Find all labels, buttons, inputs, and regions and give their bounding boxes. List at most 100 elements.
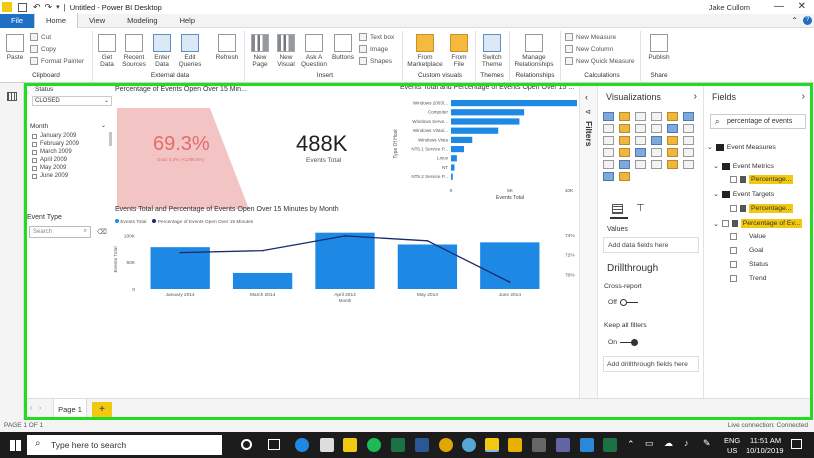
month-slicer-item[interactable]: February 2009 [32, 140, 110, 148]
map-visual-icon[interactable] [683, 136, 694, 145]
expand-filters-icon[interactable]: ‹ [585, 92, 588, 102]
stacked-column-visual-icon[interactable] [619, 112, 630, 121]
month-slicer-item[interactable]: March 2009 [32, 148, 110, 156]
volume-icon[interactable]: ♪ [684, 438, 689, 448]
month-checkbox[interactable] [32, 141, 37, 147]
field-checkbox[interactable] [730, 261, 737, 268]
bar[interactable] [451, 109, 525, 116]
month-checkbox[interactable] [32, 165, 37, 171]
shapes-button[interactable]: Shapes [359, 57, 392, 65]
bar[interactable] [451, 136, 473, 143]
month-slicer-item[interactable]: May 2009 [32, 164, 110, 172]
manage-relationships-button[interactable]: Manage Relationships [512, 34, 556, 68]
donut-visual-icon[interactable] [651, 136, 662, 145]
multi-row-card-visual-icon[interactable] [667, 148, 678, 157]
task-view-icon[interactable] [268, 439, 280, 450]
month-slicer-list[interactable]: January 2009 February 2009 March 2009 April… [32, 132, 110, 184]
switch-theme-button[interactable]: Switch Theme [478, 34, 506, 68]
new-measure-button[interactable]: New Measure [565, 33, 616, 41]
table-visual-icon[interactable] [619, 160, 630, 169]
filled-map-visual-icon[interactable] [603, 148, 614, 157]
get-data-button[interactable]: Get Data [96, 34, 118, 68]
filters-pane-collapsed[interactable]: ‹ ⊲ Filters [579, 86, 597, 398]
bar[interactable] [150, 247, 210, 289]
bar[interactable] [451, 127, 499, 134]
line-point[interactable] [179, 251, 181, 254]
bar[interactable] [451, 118, 520, 125]
cortana-icon[interactable] [241, 439, 252, 450]
line-visual-icon[interactable] [603, 124, 614, 133]
buttons-button[interactable]: Buttons [330, 34, 356, 61]
bar[interactable] [315, 232, 375, 289]
python-visual-visual-icon[interactable] [667, 160, 678, 169]
fields-well-icon[interactable] [612, 204, 623, 214]
clock-date[interactable]: 10/10/2019 [746, 446, 784, 455]
cross-report-toggle[interactable]: Off [608, 299, 638, 306]
keep-all-filters-toggle[interactable]: On [608, 339, 639, 346]
bar[interactable] [451, 146, 464, 153]
waterfall-visual-icon[interactable] [603, 136, 614, 145]
field-checkbox[interactable] [721, 220, 729, 227]
line-point[interactable] [509, 281, 511, 283]
kpi-visual-icon[interactable] [683, 148, 694, 157]
line-column-visual-icon[interactable] [651, 124, 662, 133]
clock-time[interactable]: 11:51 AM [750, 436, 781, 445]
input-region[interactable]: US [727, 446, 737, 455]
field-item[interactable]: Trend [730, 275, 767, 282]
new-visual-button[interactable]: New Visual [274, 34, 298, 68]
line-point[interactable] [344, 235, 346, 237]
cut-button[interactable]: Cut [30, 33, 51, 41]
month-slicer-item[interactable]: January 2009 [32, 132, 110, 140]
field-checkbox[interactable] [730, 247, 737, 254]
chevron-right-icon[interactable]: › [694, 91, 697, 102]
status-slicer-dropdown[interactable]: CLOSED ⌄ [32, 96, 112, 106]
month-checkbox[interactable] [32, 149, 37, 155]
report-view-icon[interactable] [7, 92, 17, 101]
image-button[interactable]: Image [359, 45, 388, 53]
bar[interactable] [232, 272, 293, 289]
slicer-visual-icon[interactable] [603, 160, 614, 169]
bar[interactable] [451, 164, 455, 171]
treemap-visual-icon[interactable] [667, 136, 678, 145]
page-tab-1[interactable]: Page 1 [53, 399, 87, 420]
app-icon[interactable] [603, 438, 617, 452]
clustered-bar-visual-icon[interactable] [635, 112, 646, 121]
table-event-metrics[interactable]: ⌄ Event Metrics [713, 162, 774, 170]
table-event-measures[interactable]: ⌄ Event Measures [707, 143, 776, 151]
browser-icon[interactable] [462, 438, 476, 452]
report-canvas[interactable]: Status CLOSED ⌄ Month ⌄ January 2009 Febr… [27, 84, 579, 398]
field-item[interactable]: Goal [730, 247, 763, 254]
globe-visual-icon[interactable] [603, 172, 614, 181]
event-type-search-input[interactable]: Search ⌕ [29, 226, 91, 238]
copy-button[interactable]: Copy [30, 45, 56, 53]
pie-visual-icon[interactable] [635, 136, 646, 145]
pen-icon[interactable]: ✎ [703, 438, 711, 449]
new-column-button[interactable]: New Column [565, 45, 613, 53]
user-name[interactable]: Jake Cullom [709, 3, 750, 12]
edge-icon[interactable] [295, 438, 309, 452]
onedrive-icon[interactable]: ☁ [664, 438, 673, 449]
publish-button[interactable]: Publish [645, 34, 673, 61]
r-visual-visual-icon[interactable] [651, 160, 662, 169]
field-checkbox[interactable] [730, 233, 737, 240]
funnel-visual-icon[interactable] [619, 148, 630, 157]
eraser-icon[interactable]: ⌫ [97, 228, 107, 236]
word-icon[interactable] [415, 438, 429, 452]
visual-type-gallery[interactable] [603, 112, 701, 181]
help-icon[interactable]: ? [803, 16, 812, 25]
bar[interactable] [451, 173, 453, 180]
field-checkbox[interactable] [730, 275, 737, 282]
card-visual-icon[interactable] [651, 148, 662, 157]
collapse-ribbon-icon[interactable]: ⌃ [791, 16, 798, 25]
enter-data-button[interactable]: Enter Data [151, 34, 173, 68]
month-slicer-scrollbar[interactable] [109, 132, 112, 146]
refresh-button[interactable]: Refresh [214, 34, 240, 61]
scroll-right-icon[interactable]: › [39, 405, 41, 412]
stacked-bar-visual-icon[interactable] [603, 112, 614, 121]
from-file-button[interactable]: From File [447, 34, 471, 68]
tab-help[interactable]: Help [169, 14, 206, 28]
field-item[interactable]: Percentage... [730, 204, 794, 213]
line-point[interactable] [261, 249, 264, 252]
field-item[interactable]: Status [730, 261, 768, 268]
qna-visual-icon[interactable] [619, 172, 630, 181]
